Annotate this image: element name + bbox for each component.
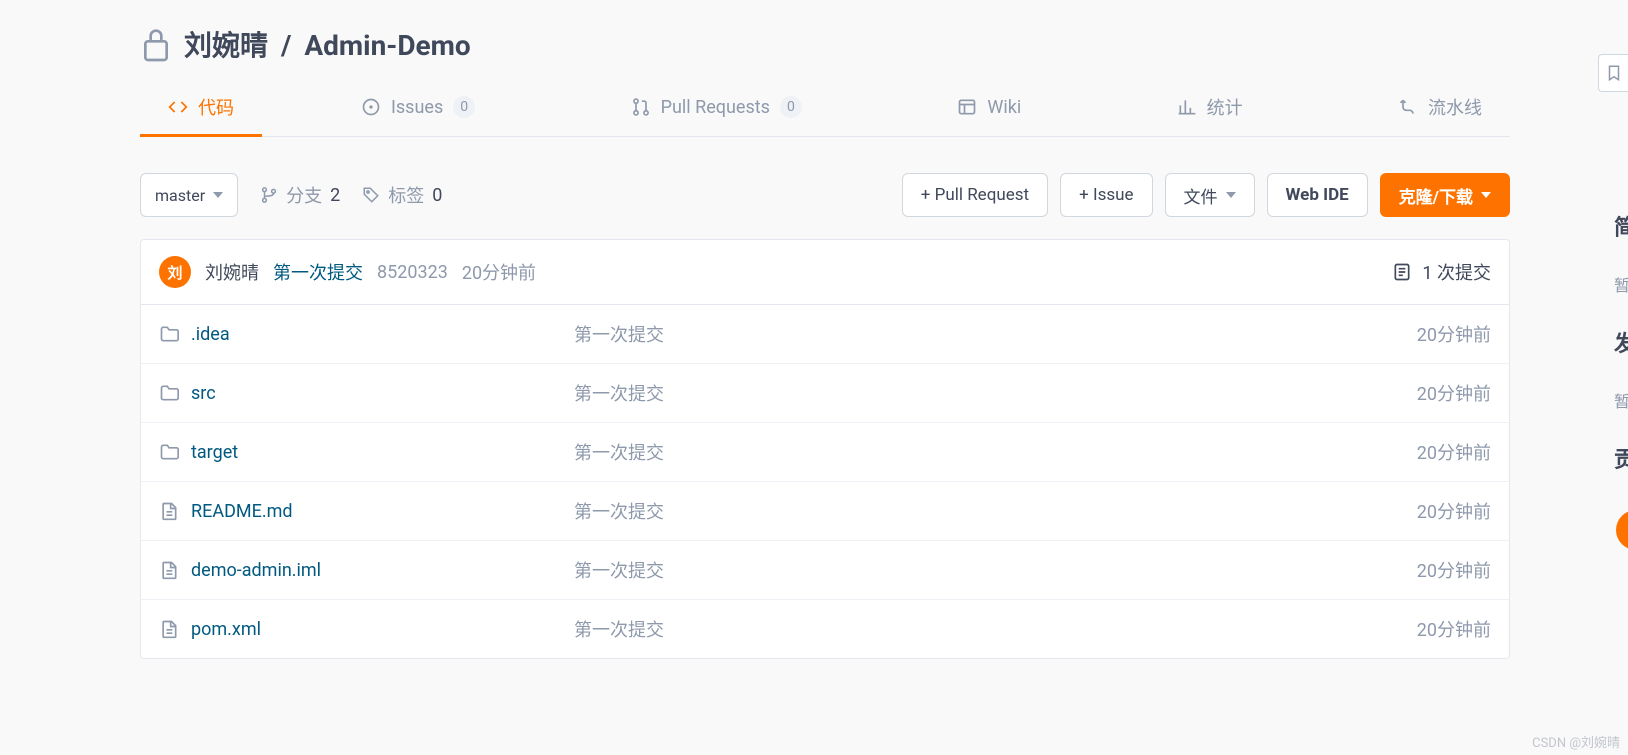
file-name-link[interactable]: .idea xyxy=(159,324,574,345)
contributor-avatar[interactable] xyxy=(1616,510,1628,550)
table-row: pom.xml第一次提交20分钟前 xyxy=(141,599,1509,658)
file-commit-time: 20分钟前 xyxy=(1351,380,1491,406)
history-icon xyxy=(1392,262,1412,282)
repo-title: 刘婉晴 / Admin-Demo xyxy=(184,24,471,64)
table-row: target第一次提交20分钟前 xyxy=(141,422,1509,481)
file-commit-message[interactable]: 第一次提交 xyxy=(574,321,1351,347)
file-commit-message[interactable]: 第一次提交 xyxy=(574,616,1351,642)
folder-icon xyxy=(159,442,179,462)
files-dropdown[interactable]: 文件 xyxy=(1165,173,1255,217)
repo-header: 刘婉晴 / Admin-Demo xyxy=(140,0,1510,80)
file-name-link[interactable]: src xyxy=(159,383,574,404)
right-side-panel-clipped: 简 暂 发 暂 贡 xyxy=(1614,210,1628,550)
file-commit-message[interactable]: 第一次提交 xyxy=(574,498,1351,524)
file-icon xyxy=(159,501,179,521)
tag-icon xyxy=(362,186,380,204)
wiki-icon xyxy=(957,97,977,117)
chevron-down-icon xyxy=(213,192,223,198)
table-row: .idea第一次提交20分钟前 xyxy=(141,305,1509,363)
last-commit-bar: 刘 刘婉晴 第一次提交 8520323 20分钟前 1 次提交 xyxy=(140,239,1510,305)
issues-count-badge: 0 xyxy=(453,96,475,118)
folder-icon xyxy=(159,324,179,344)
tab-issues[interactable]: Issues 0 xyxy=(333,81,503,137)
table-row: README.md第一次提交20分钟前 xyxy=(141,481,1509,540)
tags-link[interactable]: 标签 0 xyxy=(362,182,442,208)
avatar[interactable]: 刘 xyxy=(159,256,191,288)
code-icon xyxy=(168,97,188,117)
tab-code[interactable]: 代码 xyxy=(140,81,262,137)
file-commit-time: 20分钟前 xyxy=(1351,498,1491,524)
stats-icon xyxy=(1177,97,1197,117)
file-commit-message[interactable]: 第一次提交 xyxy=(574,557,1351,583)
chevron-down-icon xyxy=(1226,192,1236,198)
file-commit-time: 20分钟前 xyxy=(1351,439,1491,465)
commit-time: 20分钟前 xyxy=(462,259,536,285)
new-issue-button[interactable]: + Issue xyxy=(1060,173,1152,217)
table-row: demo-admin.iml第一次提交20分钟前 xyxy=(141,540,1509,599)
file-commit-message[interactable]: 第一次提交 xyxy=(574,380,1351,406)
lock-icon xyxy=(140,24,172,64)
file-name-link[interactable]: README.md xyxy=(159,501,574,522)
owner-link[interactable]: 刘婉晴 xyxy=(184,29,268,62)
file-commit-time: 20分钟前 xyxy=(1351,557,1491,583)
file-name-link[interactable]: demo-admin.iml xyxy=(159,560,574,581)
bookmark-button[interactable] xyxy=(1598,54,1628,92)
branches-link[interactable]: 分支 2 xyxy=(260,182,340,208)
new-pull-request-button[interactable]: + Pull Request xyxy=(902,173,1048,217)
pull-request-icon xyxy=(631,97,651,117)
branch-icon xyxy=(260,186,278,204)
file-icon xyxy=(159,560,179,580)
folder-icon xyxy=(159,383,179,403)
branch-select[interactable]: master xyxy=(140,173,238,217)
commits-count-link[interactable]: 1 次提交 xyxy=(1392,259,1491,285)
web-ide-button[interactable]: Web IDE xyxy=(1267,173,1368,217)
file-table: .idea第一次提交20分钟前src第一次提交20分钟前target第一次提交2… xyxy=(140,305,1510,659)
commit-author[interactable]: 刘婉晴 xyxy=(205,259,259,285)
pipelines-icon xyxy=(1398,97,1418,117)
tab-wiki[interactable]: Wiki xyxy=(929,81,1049,137)
file-name-link[interactable]: pom.xml xyxy=(159,619,574,640)
pr-count-badge: 0 xyxy=(780,96,802,118)
chevron-down-icon xyxy=(1481,192,1491,198)
commit-message-link[interactable]: 第一次提交 xyxy=(273,259,363,285)
issues-icon xyxy=(361,97,381,117)
tab-pipelines[interactable]: 流水线 xyxy=(1370,81,1510,137)
file-commit-time: 20分钟前 xyxy=(1351,321,1491,347)
tab-pull-requests[interactable]: Pull Requests 0 xyxy=(603,81,830,137)
commit-sha[interactable]: 8520323 xyxy=(377,262,448,283)
clone-download-button[interactable]: 克隆/下载 xyxy=(1380,173,1510,217)
file-name-link[interactable]: target xyxy=(159,442,574,463)
file-commit-time: 20分钟前 xyxy=(1351,616,1491,642)
file-commit-message[interactable]: 第一次提交 xyxy=(574,439,1351,465)
watermark: CSDN @刘婉晴 xyxy=(1532,732,1620,751)
table-row: src第一次提交20分钟前 xyxy=(141,363,1509,422)
repo-name-link[interactable]: Admin-Demo xyxy=(304,29,470,62)
file-icon xyxy=(159,619,179,639)
tab-stats[interactable]: 统计 xyxy=(1149,81,1271,137)
